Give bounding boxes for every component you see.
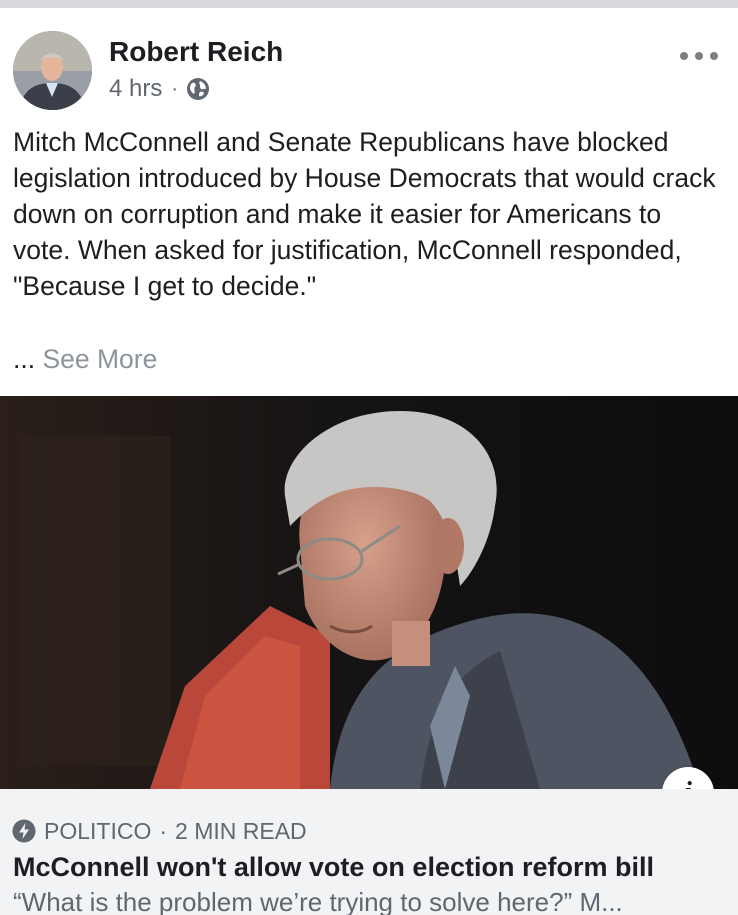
see-more-row: ... See More	[13, 341, 157, 377]
ellipsis: ...	[13, 344, 36, 374]
link-source: POLITICO	[44, 817, 152, 844]
link-description: “What is the problem we’re trying to sol…	[13, 887, 623, 915]
globe-icon[interactable]	[186, 77, 210, 101]
more-dot	[710, 52, 718, 60]
post-meta: 4 hrs ·	[109, 74, 210, 104]
meta-separator: ·	[171, 77, 179, 100]
see-more-link[interactable]: See More	[42, 344, 157, 374]
post-text: Mitch McConnell and Senate Republicans h…	[13, 127, 716, 301]
top-divider	[0, 0, 738, 8]
link-title[interactable]: McConnell won't allow vote on election r…	[13, 852, 654, 883]
author-avatar[interactable]	[13, 31, 92, 110]
source-separator: ·	[159, 817, 168, 844]
link-preview-card[interactable]: POLITICO · 2 MIN READ McConnell won't al…	[0, 789, 738, 915]
instant-article-bolt-icon	[12, 819, 36, 843]
post-time[interactable]: 4 hrs	[109, 75, 162, 103]
more-dot	[695, 52, 703, 60]
more-options-icon[interactable]	[680, 52, 718, 62]
author-name[interactable]: Robert Reich	[109, 36, 283, 68]
link-image[interactable]	[0, 396, 738, 789]
read-time: 2 MIN READ	[175, 817, 307, 844]
link-source-row: POLITICO · 2 MIN READ	[12, 816, 307, 846]
more-dot	[680, 52, 688, 60]
